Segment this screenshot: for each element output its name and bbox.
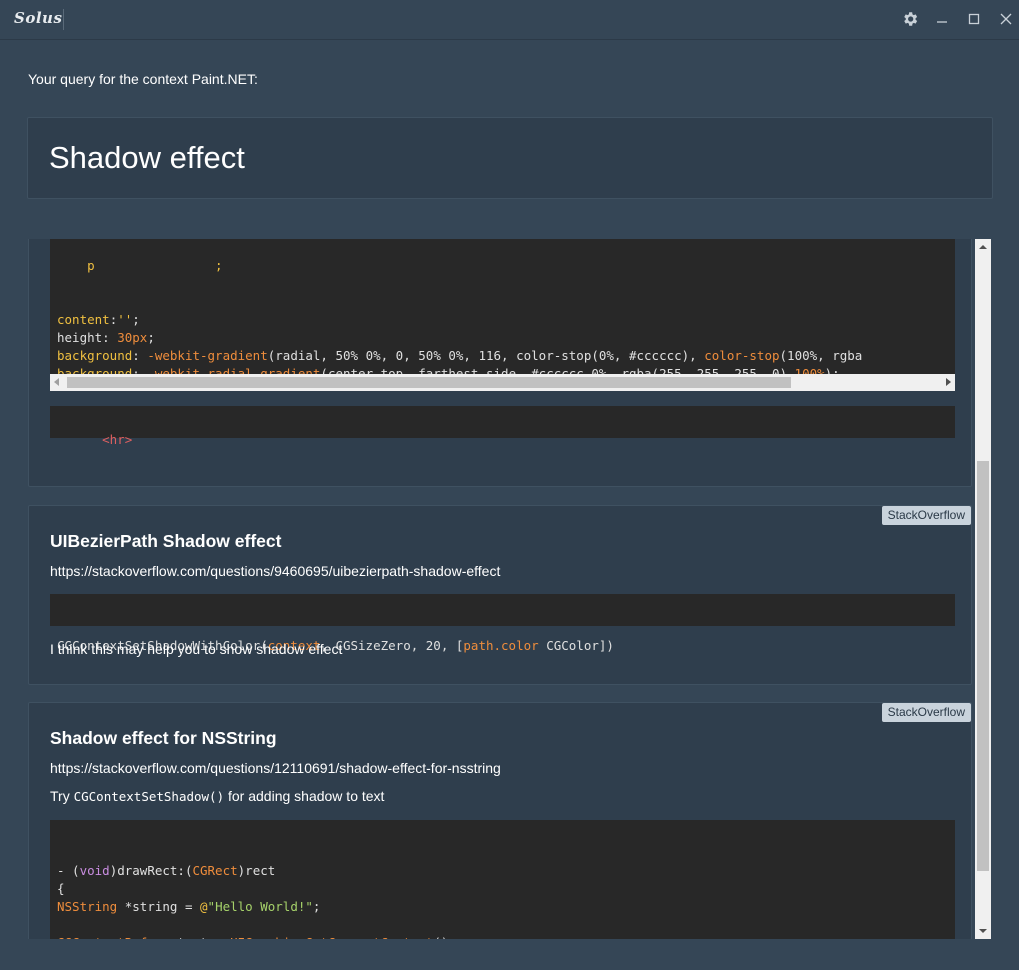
code-token: '' bbox=[117, 312, 133, 327]
scroll-up-icon[interactable] bbox=[975, 239, 991, 255]
minimize-icon[interactable] bbox=[931, 8, 953, 30]
close-icon[interactable] bbox=[995, 8, 1017, 30]
results-list[interactable]: p ; content:''; height: 30px; background: … bbox=[27, 239, 991, 939]
code-token: (); bbox=[433, 935, 456, 939]
query-box[interactable]: Shadow effect bbox=[27, 117, 993, 199]
code-token: )rect bbox=[237, 863, 276, 878]
code-token: -webkit-gradient bbox=[147, 348, 268, 363]
text-before: Try bbox=[50, 788, 74, 804]
code-token: (100%, rgba bbox=[779, 348, 863, 363]
result-link[interactable]: https://stackoverflow.com/questions/1211… bbox=[50, 760, 501, 776]
scroll-left-icon[interactable] bbox=[54, 378, 59, 386]
code-token: )drawRect:( bbox=[109, 863, 193, 878]
code-lines: - (void)drawRect:(CGRect)rect{NSString *… bbox=[57, 862, 955, 939]
code-block: p ; content:''; height: 30px; background: … bbox=[50, 239, 955, 391]
horizontal-scrollbar[interactable] bbox=[50, 374, 955, 391]
code-block-hr: <hr> bbox=[50, 406, 955, 447]
code-line: p ; bbox=[57, 258, 223, 273]
source-badge: StackOverflow bbox=[881, 703, 971, 722]
result-link[interactable]: https://stackoverflow.com/questions/9460… bbox=[50, 563, 500, 579]
scroll-thumb[interactable] bbox=[977, 461, 989, 871]
scroll-thumb[interactable] bbox=[67, 377, 791, 388]
code-token: background bbox=[57, 348, 133, 363]
result-card: StackOverflow Shadow effect for NSString… bbox=[28, 702, 972, 939]
result-text: I think this may help you to show shadow… bbox=[50, 641, 343, 657]
code-token: { bbox=[57, 881, 65, 896]
maximize-icon[interactable] bbox=[963, 8, 985, 30]
code-token: (radial, 50% 0%, 0, 50% 0%, 116, color-s… bbox=[267, 348, 705, 363]
result-card: p ; content:''; height: 30px; background: … bbox=[28, 239, 972, 487]
code-token: color-stop bbox=[704, 348, 780, 363]
inline-code: CGContextSetShadow() bbox=[73, 789, 225, 804]
code-line: content:''; bbox=[57, 311, 955, 329]
result-title[interactable]: UIBezierPath Shadow effect bbox=[50, 531, 281, 552]
code-line: { bbox=[57, 880, 955, 898]
code-token: ; bbox=[132, 312, 140, 327]
code-token: CGContextRef bbox=[57, 935, 147, 939]
code-token: : bbox=[102, 330, 118, 345]
code-line: - (void)drawRect:(CGRect)rect bbox=[57, 862, 955, 880]
code-token: 30px bbox=[117, 330, 148, 345]
code-token: ; bbox=[147, 330, 155, 345]
code-line: CGContextRef context = UIGraphicsGetCurr… bbox=[57, 934, 955, 939]
code-token: path.color bbox=[463, 638, 539, 653]
result-title[interactable]: Shadow effect for NSString bbox=[50, 728, 277, 749]
vertical-scrollbar[interactable] bbox=[975, 239, 991, 939]
text-after: for adding shadow to text bbox=[224, 788, 385, 804]
source-badge: StackOverflow bbox=[881, 506, 971, 525]
code-token: UIGraphicsGetCurrentContext bbox=[230, 935, 433, 939]
scroll-down-icon[interactable] bbox=[975, 923, 991, 939]
logo-divider bbox=[63, 9, 64, 30]
code-token: void bbox=[79, 863, 110, 878]
title-bar: Solus bbox=[0, 0, 1019, 40]
gear-icon[interactable] bbox=[899, 8, 921, 30]
code-line: NSString *string = @"Hello World!"; bbox=[57, 898, 955, 916]
code-token: "Hello World!" bbox=[207, 899, 313, 914]
code-text: <hr> bbox=[102, 432, 133, 447]
query-label: Your query for the context Paint.NET: bbox=[28, 71, 258, 87]
code-line: height: 30px; bbox=[57, 329, 955, 347]
code-token: - ( bbox=[57, 863, 80, 878]
code-token: content bbox=[57, 312, 110, 327]
code-token: context = bbox=[147, 935, 230, 939]
code-token: ; bbox=[312, 899, 321, 914]
code-token: NSString bbox=[57, 899, 118, 914]
code-token: : bbox=[132, 348, 148, 363]
app-logo: Solus bbox=[14, 9, 63, 27]
code-token: CGRect bbox=[192, 863, 238, 878]
query-text: Shadow effect bbox=[49, 140, 245, 175]
code-line: background: -webkit-gradient(radial, 50%… bbox=[57, 347, 955, 365]
scroll-right-icon[interactable] bbox=[946, 378, 951, 386]
result-card: StackOverflow UIBezierPath Shadow effect… bbox=[28, 505, 972, 685]
code-token: CGColor]) bbox=[538, 638, 614, 653]
code-token: *string = bbox=[117, 899, 201, 914]
result-text: Try CGContextSetShadow() for adding shad… bbox=[50, 788, 384, 804]
code-token: @ bbox=[200, 899, 208, 914]
code-token: height bbox=[57, 330, 103, 345]
code-block: CGContextSetShadowWithColor(context, CGS… bbox=[50, 594, 955, 653]
code-block: - (void)drawRect:(CGRect)rect{NSString *… bbox=[50, 820, 955, 939]
